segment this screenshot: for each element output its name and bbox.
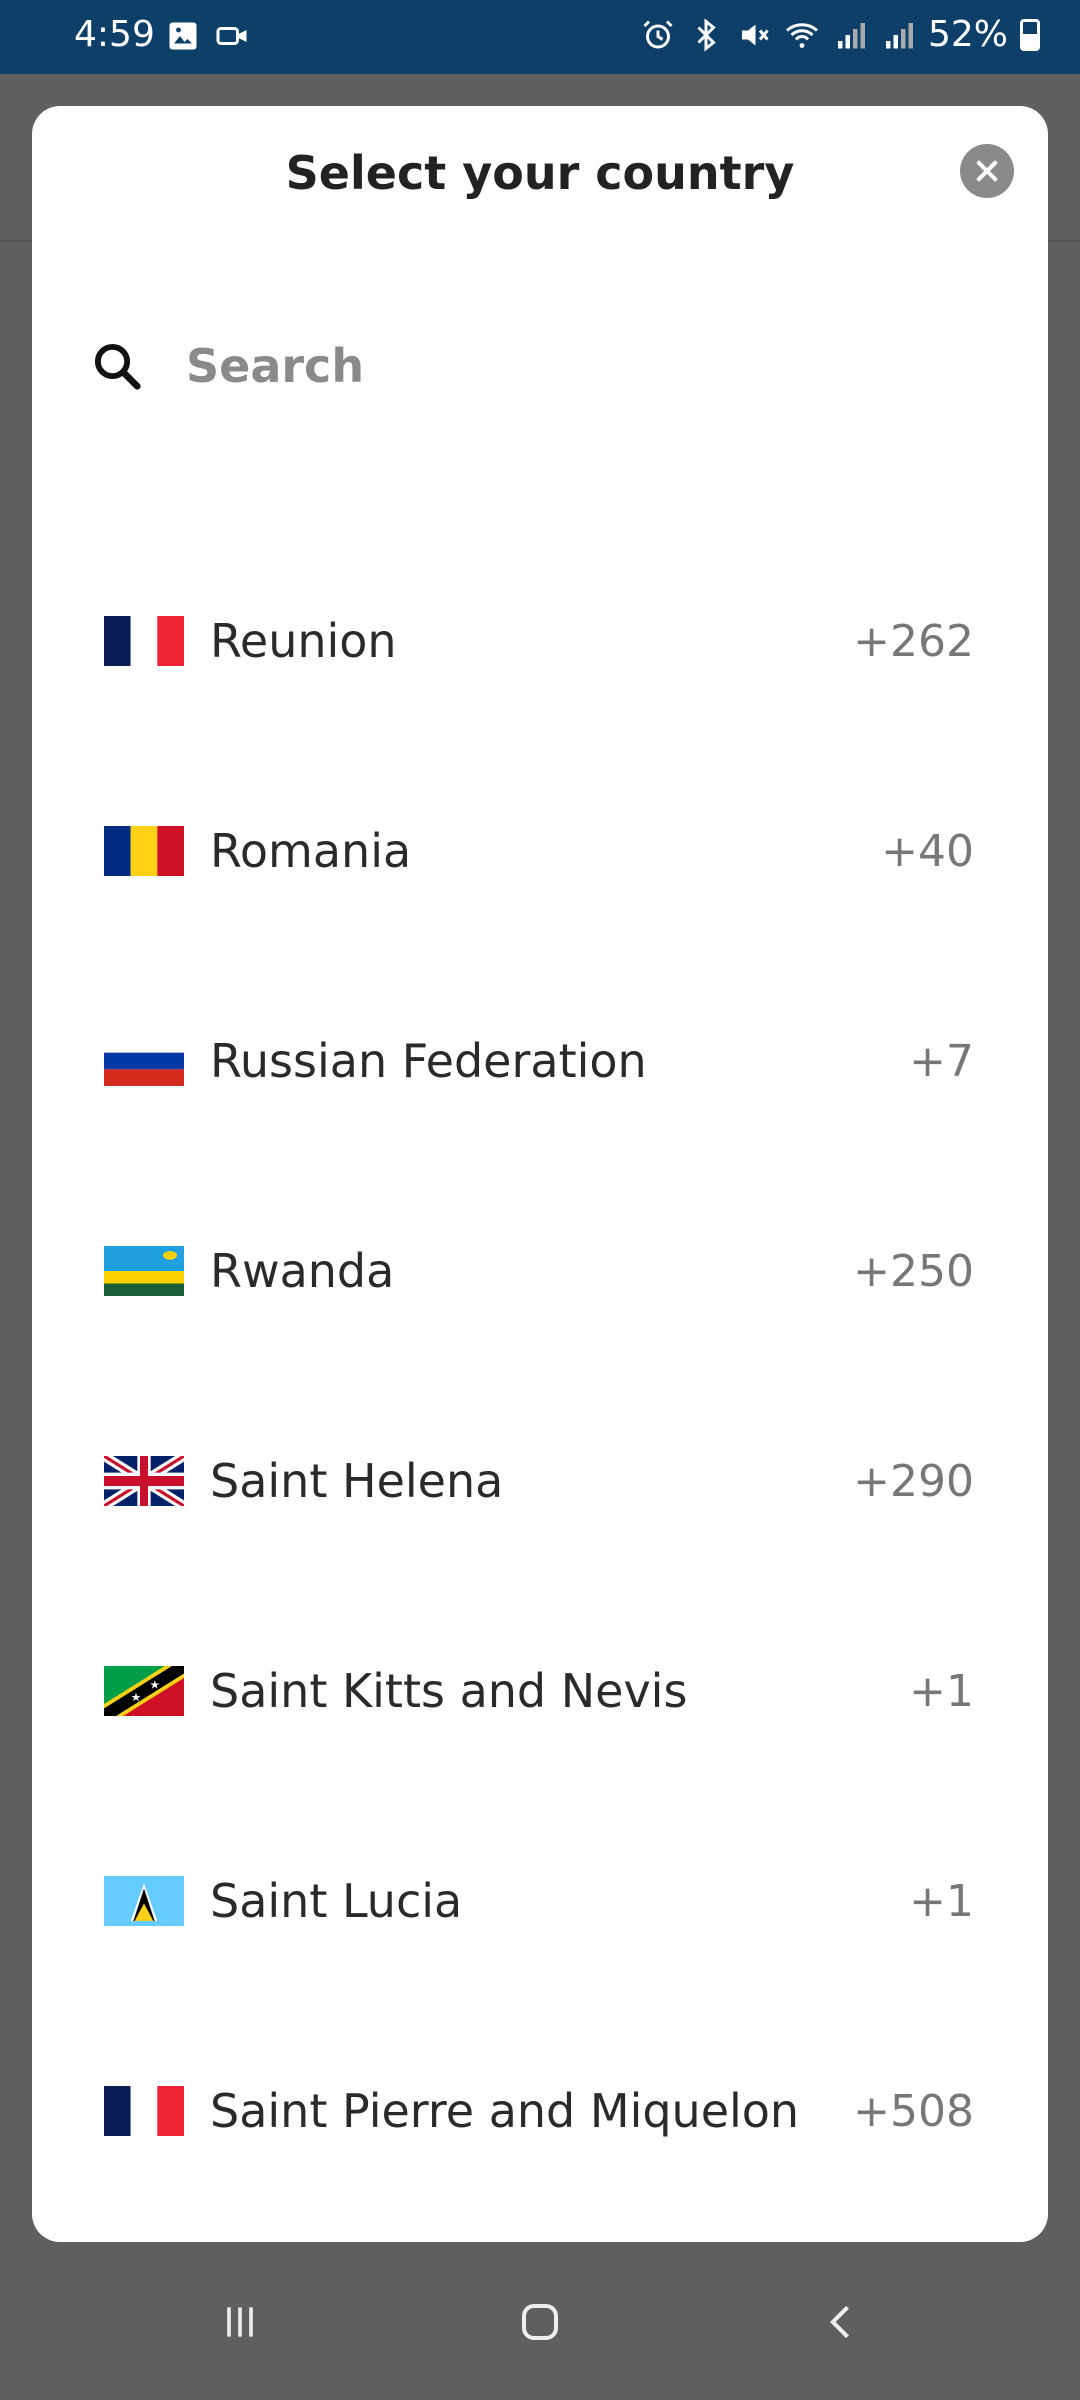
country-item[interactable]: Russian Federation +7 <box>32 986 1048 1136</box>
search-icon <box>94 343 141 390</box>
close-button[interactable] <box>960 144 1014 198</box>
dial-code: +262 <box>853 615 974 667</box>
battery-icon <box>1020 18 1040 51</box>
recents-button[interactable] <box>210 2292 270 2352</box>
country-name: Saint Kitts and Nevis <box>210 1664 688 1718</box>
status-bar: 4:59 52% <box>0 0 1080 74</box>
dial-code: +40 <box>881 825 974 877</box>
svg-text:★: ★ <box>131 1690 142 1704</box>
country-item[interactable]: Romania +40 <box>32 776 1048 926</box>
saint-lucia-flag-icon <box>104 1876 184 1926</box>
modal-title: Select your country <box>285 146 795 200</box>
country-name: Saint Pierre and Miquelon <box>210 2084 800 2138</box>
uk-flag-icon <box>104 1456 184 1506</box>
svg-text:★: ★ <box>149 1678 160 1692</box>
home-button[interactable] <box>510 2292 570 2352</box>
wifi-icon <box>785 22 818 48</box>
mute-icon <box>741 24 769 45</box>
country-item[interactable]: Rwanda +250 <box>32 1196 1048 1346</box>
gallery-icon <box>169 22 197 50</box>
recents-icon <box>227 2307 253 2337</box>
country-name: Romania <box>210 824 412 878</box>
signal-icon <box>837 22 865 48</box>
dial-code: +508 <box>853 2085 974 2137</box>
video-icon <box>216 27 247 45</box>
country-name: Saint Lucia <box>210 1874 463 1928</box>
close-icon <box>976 160 998 182</box>
russia-flag-icon <box>104 1036 184 1086</box>
country-item[interactable]: Saint Pierre and Miquelon +508 <box>32 2036 1048 2186</box>
search-input[interactable] <box>184 338 888 394</box>
alarm-icon <box>643 19 673 48</box>
country-name: Saint Helena <box>210 1454 504 1508</box>
saint-kitts-flag-icon: ★★ <box>104 1666 184 1716</box>
dial-code: +1 <box>909 1665 974 1717</box>
search-bar <box>90 316 990 416</box>
country-item[interactable]: Saint Lucia +1 <box>32 1826 1048 1976</box>
country-item[interactable]: Saint Helena +290 <box>32 1406 1048 1556</box>
navigation-bar <box>0 2240 1080 2400</box>
country-name: Rwanda <box>210 1244 395 1298</box>
home-icon <box>522 2304 558 2340</box>
dial-code: +250 <box>853 1245 974 1297</box>
country-name: Reunion <box>210 614 397 668</box>
dial-code: +7 <box>909 1035 974 1087</box>
back-icon <box>829 2305 849 2339</box>
battery-percent: 52% <box>927 14 1008 55</box>
signal-icon <box>885 22 913 48</box>
rwanda-flag-icon <box>104 1246 184 1296</box>
country-picker-modal: Select your country Reunion +262 Romania… <box>32 106 1048 2242</box>
france-flag-icon <box>104 616 184 666</box>
france-flag-icon <box>104 2086 184 2136</box>
romania-flag-icon <box>104 826 184 876</box>
back-button[interactable] <box>812 2292 872 2352</box>
dial-code: +1 <box>909 1875 974 1927</box>
status-time: 4:59 <box>74 14 155 55</box>
country-item[interactable]: ★ ★ Saint Kitts and Nevis +1 <box>32 1616 1048 1766</box>
bluetooth-icon <box>697 17 716 52</box>
dial-code: +290 <box>853 1455 974 1507</box>
country-item[interactable]: Reunion +262 <box>32 566 1048 716</box>
country-name: Russian Federation <box>210 1034 647 1088</box>
